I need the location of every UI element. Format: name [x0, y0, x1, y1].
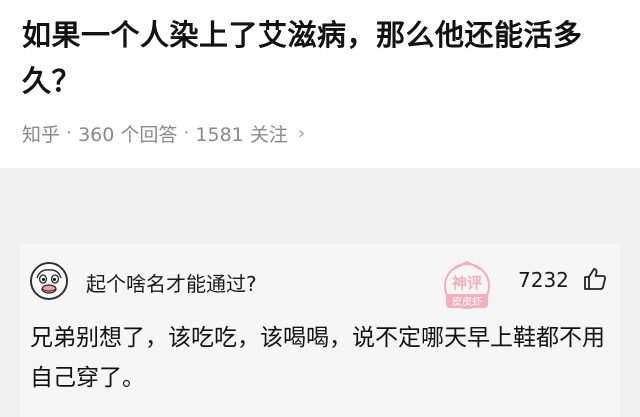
author-name[interactable]: 起个啥名才能通过? — [86, 268, 257, 297]
answer-text: 兄弟别想了，该吃吃，该喝喝，说不定哪天早上鞋都不用自己穿了。 — [30, 325, 605, 391]
like-count: 7232 — [518, 268, 569, 292]
followers-count: 1581 关注 — [195, 123, 288, 146]
avatar[interactable] — [30, 262, 68, 300]
meta-separator: · — [66, 122, 73, 144]
watermark-line1: 神评 — [452, 274, 482, 292]
chevron-right-icon: › — [297, 122, 306, 144]
question-title[interactable]: 如果一个人染上了艾滋病，那么他还能活多久？ — [22, 12, 622, 104]
answers-count: 360 个回答 — [78, 123, 178, 146]
question-meta[interactable]: 知乎 · 360 个回答 · 1581 关注 › — [22, 118, 305, 148]
zhihu-screenshot: 如果一个人染上了艾滋病，那么他还能活多久？ 知乎 · 360 个回答 · 158… — [0, 0, 640, 417]
meta-separator: · — [183, 122, 190, 144]
question-card[interactable]: 如果一个人染上了艾滋病，那么他还能活多久？ 知乎 · 360 个回答 · 158… — [0, 0, 640, 168]
answer-card[interactable]: 起个啥名才能通过? 神评 皮皮虾 7232 兄弟别想了，该吃吃，该喝喝，说不定哪… — [20, 244, 620, 417]
watermark-logo: 神评 皮皮虾 — [444, 260, 490, 309]
thumbs-up-icon[interactable] — [582, 266, 608, 292]
watermark-line2: 皮皮虾 — [452, 295, 482, 308]
author-row: 起个啥名才能通过? 神评 皮皮虾 7232 — [30, 260, 610, 309]
source-label: 知乎 — [22, 123, 61, 146]
